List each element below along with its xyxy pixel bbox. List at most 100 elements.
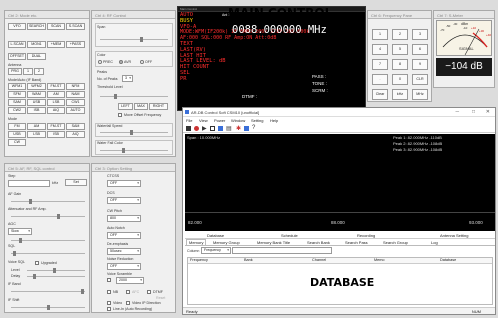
- agc-select[interactable]: Slow ▾: [8, 228, 32, 235]
- key-6[interactable]: 6: [412, 44, 428, 55]
- move-offset-checkbox[interactable]: Move Offset Frequency: [118, 113, 161, 118]
- color-off-radio[interactable]: OFF: [140, 60, 152, 65]
- cw-pitch-select[interactable]: 800 ▾: [107, 215, 141, 222]
- sscan-button[interactable]: S.SCAN: [66, 23, 85, 30]
- mode-button[interactable]: LSB: [47, 99, 65, 106]
- tab-log[interactable]: Log: [431, 240, 438, 245]
- menu-setting[interactable]: Setting: [251, 118, 263, 123]
- vfo-button[interactable]: VFO: [8, 23, 26, 30]
- save-icon[interactable]: [186, 126, 191, 131]
- antenna-1-button[interactable]: 1: [23, 68, 33, 75]
- tab-search-group[interactable]: Search Group: [383, 240, 408, 245]
- mode2-button[interactable]: SAM: [66, 123, 85, 130]
- af-gain-slider[interactable]: [11, 199, 85, 204]
- dtmf-checkbox[interactable]: DTMF: [147, 290, 163, 295]
- ctcss-select[interactable]: OFF ▾: [107, 180, 141, 187]
- flag-icon[interactable]: [244, 126, 249, 131]
- mode-button[interactable]: NAM: [66, 91, 85, 98]
- mode-button[interactable]: AIQ: [47, 107, 65, 114]
- afc-checkbox[interactable]: AFC: [126, 290, 139, 295]
- chart-icon[interactable]: ▤: [226, 125, 232, 132]
- record-icon[interactable]: [194, 126, 199, 131]
- delay-slider[interactable]: [27, 274, 85, 279]
- peak-left-button[interactable]: LEFT: [118, 103, 133, 110]
- offset-button[interactable]: OFFSET: [8, 53, 26, 60]
- mode2-button[interactable]: ISB: [47, 131, 65, 138]
- key-clr[interactable]: CLR: [412, 74, 428, 85]
- mode2-button[interactable]: USB: [8, 131, 26, 138]
- mode2-button[interactable]: CW: [8, 139, 26, 146]
- mode2-button[interactable]: AM: [27, 123, 46, 130]
- list-icon[interactable]: [210, 126, 215, 131]
- nb-checkbox[interactable]: NB: [107, 290, 118, 295]
- mode-button[interactable]: WFM2: [27, 83, 46, 90]
- mode-button[interactable]: SAM: [8, 99, 26, 106]
- tab-search-pass[interactable]: Search Pass: [345, 240, 368, 245]
- voice-scr-select[interactable]: 2000 ▾: [116, 277, 144, 284]
- de-emph-select[interactable]: 50usec ▾: [107, 248, 141, 255]
- mode-button[interactable]: CW2: [8, 107, 26, 114]
- mode-button[interactable]: FM-ST: [47, 83, 65, 90]
- att-rf-slider[interactable]: [11, 214, 85, 219]
- antenna-prg-button[interactable]: PRG: [8, 68, 22, 75]
- key-9[interactable]: 9: [412, 59, 428, 70]
- column-filter-input[interactable]: [232, 247, 332, 254]
- key-khz[interactable]: kHz: [392, 89, 408, 100]
- key-8[interactable]: 8: [392, 59, 408, 70]
- mode-button[interactable]: AM: [47, 91, 65, 98]
- reset-button[interactable]: Reset: [156, 296, 165, 300]
- menu-view[interactable]: View: [199, 118, 208, 123]
- lscan-button[interactable]: L.SCAN: [8, 41, 26, 48]
- mode2-button[interactable]: AIQ: [66, 131, 85, 138]
- mode-button[interactable]: CW1: [66, 99, 85, 106]
- col-frequency[interactable]: Frequency: [190, 258, 208, 262]
- peak-max-button[interactable]: MAX: [134, 103, 148, 110]
- mode-button[interactable]: WFM1: [8, 83, 26, 90]
- threshold-slider[interactable]: [100, 94, 168, 99]
- key-mhz[interactable]: MHz: [412, 89, 428, 100]
- scan-button[interactable]: SCAN: [47, 23, 65, 30]
- help-icon[interactable]: ?: [252, 125, 255, 131]
- add-pass-button[interactable]: +PASS: [66, 41, 85, 48]
- column-select[interactable]: Frequency ▾: [201, 247, 231, 254]
- search-button[interactable]: SEARCH: [27, 23, 46, 30]
- wf-color-slider[interactable]: [100, 148, 168, 153]
- numpeaks-select[interactable]: 3 ▾: [122, 75, 133, 82]
- col-bank[interactable]: Bank: [244, 258, 253, 262]
- key-dot[interactable]: .: [372, 74, 388, 85]
- dual-button[interactable]: DUAL: [27, 53, 46, 60]
- mode2-button[interactable]: FM-ST: [47, 123, 65, 130]
- mode-button[interactable]: SFM: [8, 91, 26, 98]
- menu-help[interactable]: Help: [270, 118, 278, 123]
- key-clear[interactable]: Clear: [372, 89, 388, 100]
- tab-database[interactable]: Database: [207, 233, 224, 238]
- col-memo[interactable]: Memo: [374, 258, 385, 262]
- key-4[interactable]: 4: [372, 44, 388, 55]
- tab-memory-bank-title[interactable]: Memory Bank Title: [257, 240, 290, 245]
- mode-button[interactable]: AUTO: [66, 107, 85, 114]
- menu-power[interactable]: Power: [214, 118, 225, 123]
- tab-antenna[interactable]: Antenna Setting: [440, 233, 468, 238]
- span-slider[interactable]: [100, 37, 168, 42]
- if-band-slider[interactable]: [11, 289, 85, 294]
- maximize-icon[interactable]: □: [472, 109, 475, 115]
- mode-button[interactable]: USB: [27, 99, 46, 106]
- key-3[interactable]: 3: [412, 29, 428, 40]
- noise-red-select[interactable]: OFF ▾: [107, 263, 141, 270]
- step-set-button[interactable]: Set: [65, 179, 87, 186]
- close-icon[interactable]: ✕: [486, 109, 490, 115]
- col-database[interactable]: Database: [440, 258, 456, 262]
- tab-recording[interactable]: Recording: [357, 233, 375, 238]
- color-avr-radio[interactable]: AVR: [119, 60, 131, 65]
- col-channel[interactable]: Channel: [312, 258, 326, 262]
- wf-speed-slider[interactable]: [100, 130, 168, 135]
- mode-button[interactable]: ISB: [27, 107, 46, 114]
- mode-button[interactable]: WAM: [27, 91, 46, 98]
- minimize-icon[interactable]: ─: [455, 109, 459, 115]
- color-prec-radio[interactable]: PREC: [98, 60, 113, 65]
- mon1-button[interactable]: MON1: [27, 41, 46, 48]
- line-in-checkbox[interactable]: Line-In (Auto Recording): [107, 307, 152, 312]
- agc-slider[interactable]: [11, 238, 85, 243]
- menu-file[interactable]: File: [186, 118, 192, 123]
- video-checkbox[interactable]: Video: [107, 301, 122, 306]
